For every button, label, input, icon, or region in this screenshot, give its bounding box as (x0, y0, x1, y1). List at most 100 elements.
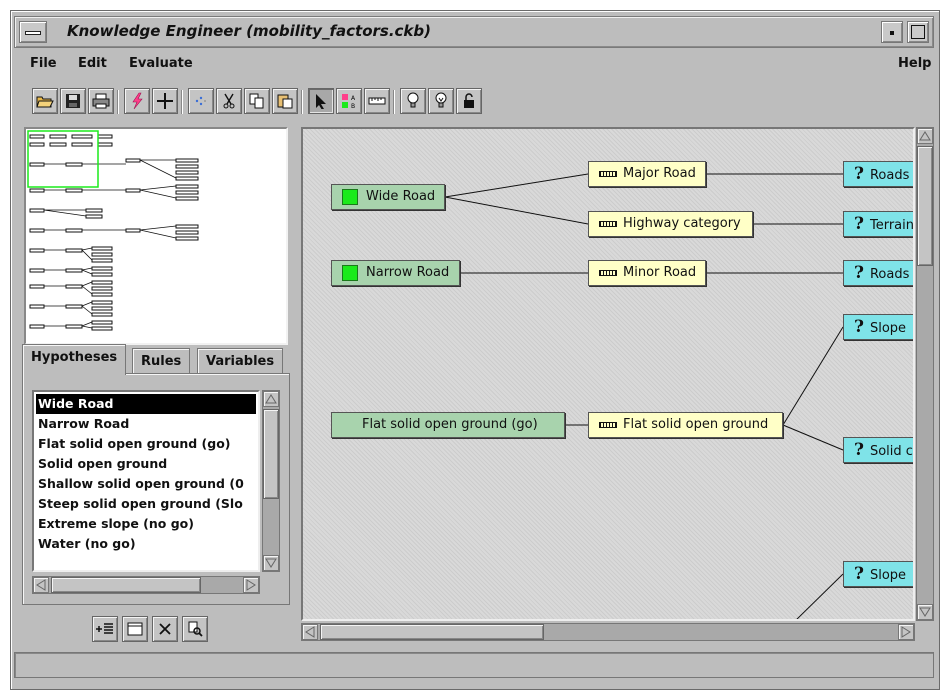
lock-icon[interactable] (456, 88, 482, 114)
maximize-button[interactable] (907, 21, 929, 43)
node-slope-1[interactable]: ? Slope (843, 314, 913, 340)
paste-icon[interactable] (272, 88, 298, 114)
list-scroll-thumb[interactable] (263, 409, 279, 499)
cut-icon[interactable] (216, 88, 242, 114)
list-item[interactable]: Flat solid open ground (go) (34, 434, 258, 454)
node-flat-solid-open-ground[interactable]: Flat solid open ground (588, 412, 783, 438)
save-icon[interactable] (60, 88, 86, 114)
node-label: Roads (869, 267, 910, 282)
canvas-hscroll-thumb[interactable] (320, 624, 544, 640)
question-icon: ? (854, 440, 864, 460)
open-icon[interactable] (32, 88, 58, 114)
node-wide-road[interactable]: Wide Road (331, 184, 445, 210)
menu-evaluate[interactable]: Evaluate (129, 56, 193, 71)
menu-edit[interactable]: Edit (78, 56, 107, 71)
node-label: Slope (869, 321, 907, 336)
question-icon: ? (854, 164, 864, 184)
tab-hypotheses[interactable]: Hypotheses (22, 344, 127, 375)
tab-rules[interactable]: Rules (132, 348, 191, 374)
canvas-vscroll-thumb[interactable] (917, 146, 933, 266)
hypothesis-swatch (342, 264, 358, 281)
graph-canvas[interactable]: Wide Road Narrow Road Flat solid open gr… (301, 127, 915, 621)
ab-icon[interactable]: AB (336, 88, 362, 114)
node-label: Wide Road (366, 189, 436, 204)
menu-help[interactable]: Help (898, 56, 931, 71)
print-icon[interactable] (88, 88, 114, 114)
crosshair-icon[interactable] (152, 88, 178, 114)
node-label: Narrow Road (366, 265, 450, 280)
svg-text:A: A (351, 95, 356, 102)
scroll-down-arrow-icon[interactable] (263, 555, 279, 571)
list-item[interactable]: Water (no go) (34, 534, 258, 554)
lightning-icon[interactable] (124, 88, 150, 114)
list-vertical-scrollbar[interactable] (262, 390, 280, 572)
node-solid[interactable]: ? Solid c (843, 437, 913, 463)
tab-variables[interactable]: Variables (197, 348, 284, 374)
title-bar: Knowledge Engineer (mobility_factors.ckb… (14, 16, 934, 48)
list-item[interactable]: Narrow Road (34, 414, 258, 434)
find-icon[interactable] (182, 616, 208, 642)
list-item[interactable]: Steep solid open ground (Slo (34, 494, 258, 514)
menu-file[interactable]: File (30, 56, 57, 71)
node-label: Terrain (869, 218, 914, 233)
pointer-icon[interactable] (308, 88, 334, 114)
node-slope-2[interactable]: ? Slope (843, 561, 913, 587)
scroll-right-arrow-icon[interactable] (898, 624, 914, 640)
ruler-icon[interactable] (364, 88, 390, 114)
delete-icon[interactable] (152, 616, 178, 642)
ruler-icon (599, 421, 617, 428)
bulb-on-icon[interactable] (428, 88, 454, 114)
ruler-icon (599, 170, 617, 177)
add-to-list-icon[interactable] (92, 616, 118, 642)
status-bar (14, 652, 934, 678)
node-label: Minor Road (623, 265, 697, 280)
node-roads-2[interactable]: ? Roads (843, 260, 913, 286)
list-item[interactable]: Extreme slope (no go) (34, 514, 258, 534)
canvas-horizontal-scrollbar[interactable] (301, 623, 915, 641)
hypotheses-list[interactable]: Wide Road Narrow Road Flat solid open gr… (32, 390, 260, 572)
question-icon: ? (854, 564, 864, 584)
node-label: Highway category (623, 216, 741, 231)
scroll-left-arrow-icon[interactable] (33, 577, 49, 593)
svg-text:B: B (351, 103, 355, 109)
node-label: Solid c (869, 444, 913, 459)
list-horizontal-scrollbar[interactable] (32, 576, 260, 594)
node-label: Flat solid open ground (623, 417, 769, 432)
ruler-icon (599, 220, 617, 227)
node-flat-solid-open-ground-go[interactable]: Flat solid open ground (go) (331, 412, 565, 438)
toolbar: AB (14, 88, 934, 122)
scroll-down-arrow-icon[interactable] (917, 604, 933, 620)
scroll-left-arrow-icon[interactable] (302, 624, 318, 640)
list-hscroll-thumb[interactable] (51, 577, 201, 593)
copy-icon[interactable] (244, 88, 270, 114)
properties-icon[interactable] (122, 616, 148, 642)
list-item[interactable]: Solid open ground (34, 454, 258, 474)
node-minor-road[interactable]: Minor Road (588, 260, 706, 286)
node-label: Slope (869, 568, 907, 583)
node-label: Major Road (623, 166, 696, 181)
canvas-vertical-scrollbar[interactable] (916, 127, 934, 621)
node-narrow-road[interactable]: Narrow Road (331, 260, 460, 286)
scroll-up-arrow-icon[interactable] (263, 391, 279, 407)
node-major-road[interactable]: Major Road (588, 161, 706, 187)
scroll-right-arrow-icon[interactable] (243, 577, 259, 593)
menu-bar: File Edit Evaluate Help (14, 50, 934, 78)
sparkle-icon[interactable] (188, 88, 214, 114)
node-highway-category[interactable]: Highway category (588, 211, 753, 237)
node-roads-1[interactable]: ? Roads (843, 161, 913, 187)
bulb-off-icon[interactable] (400, 88, 426, 114)
question-icon: ? (854, 214, 864, 234)
list-item[interactable]: Wide Road (36, 394, 256, 414)
node-label: Flat solid open ground (go) (362, 417, 538, 432)
overview-viewport (27, 130, 99, 188)
window-menu-button[interactable] (19, 21, 47, 43)
minimize-button[interactable] (881, 21, 903, 43)
overview-panel[interactable] (24, 127, 288, 345)
question-icon: ? (854, 317, 864, 337)
node-terrain[interactable]: ? Terrain (843, 211, 914, 237)
question-icon: ? (854, 263, 864, 283)
hypothesis-swatch (342, 188, 358, 205)
ruler-icon (599, 269, 617, 276)
list-item[interactable]: Shallow solid open ground (0 (34, 474, 258, 494)
scroll-up-arrow-icon[interactable] (917, 128, 933, 144)
